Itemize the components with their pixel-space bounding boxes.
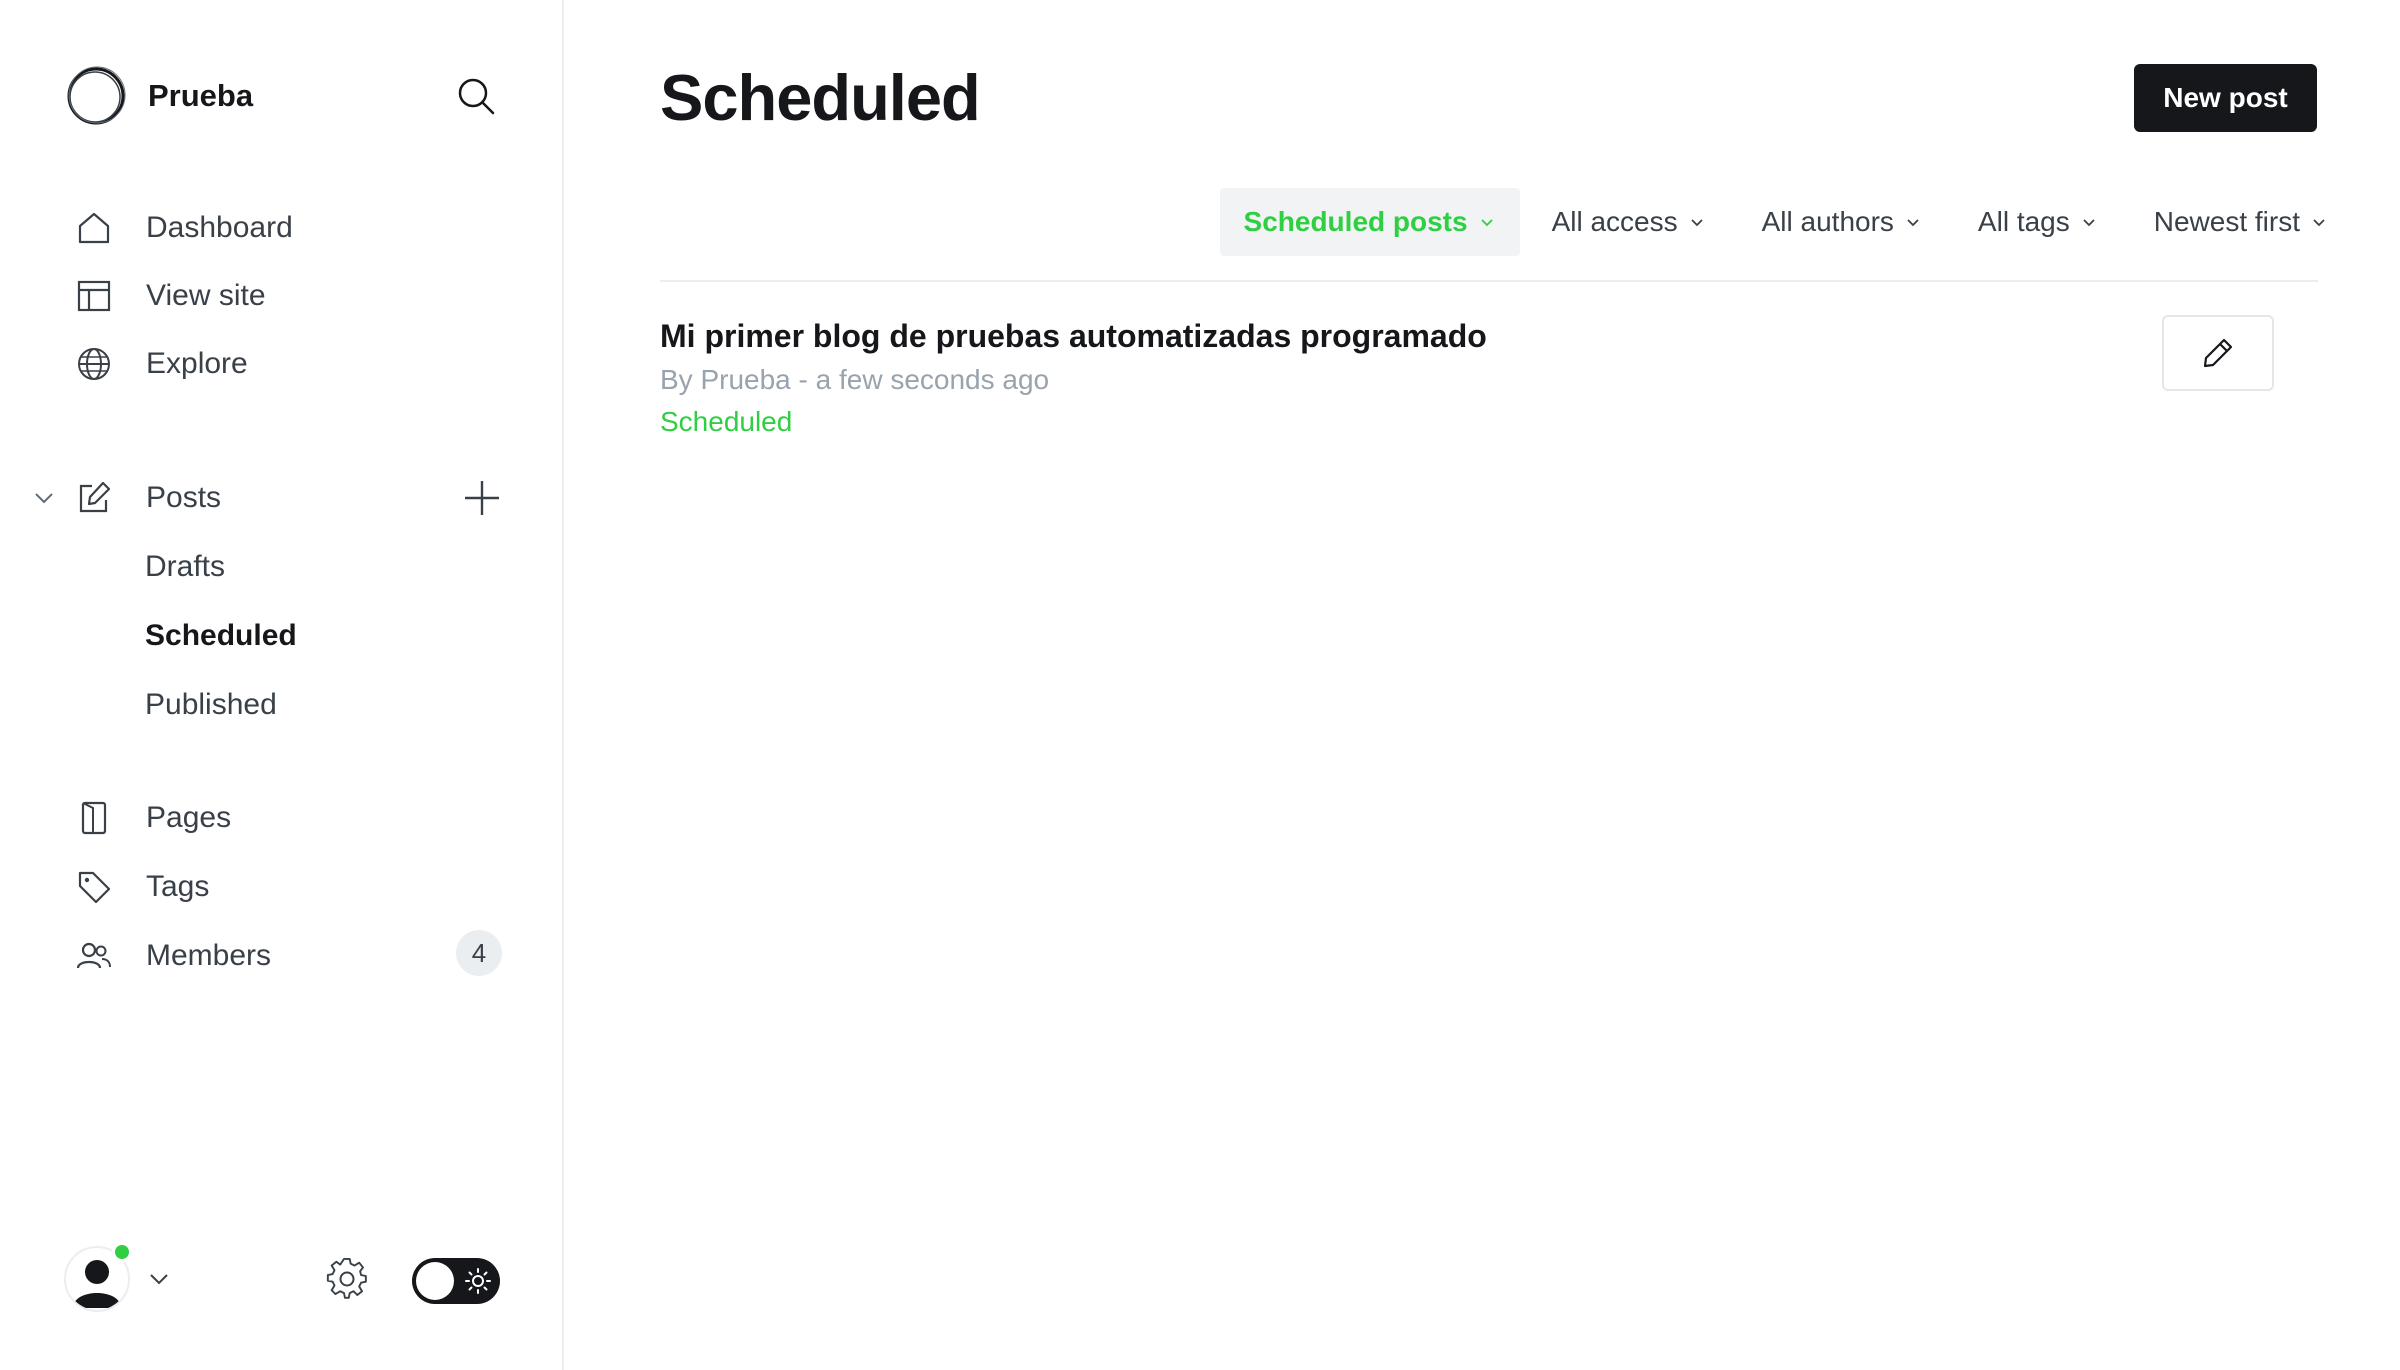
filter-bar: Scheduled posts All access All authors A…	[1219, 188, 2352, 256]
nav-item-posts[interactable]: Posts	[74, 472, 221, 524]
posts-collapse-toggle[interactable]	[28, 482, 60, 514]
nav-item-members[interactable]: Members	[74, 930, 271, 982]
search-icon	[458, 78, 495, 115]
filter-sort-order[interactable]: Newest first	[2130, 188, 2352, 256]
globe-icon	[74, 344, 114, 384]
main-content: Scheduled New post Scheduled posts All a…	[564, 0, 2400, 1370]
list-divider	[660, 280, 2318, 282]
brand-name: Prueba	[148, 78, 254, 113]
sidebar: Prueba Dashboard View site Explore Posts…	[0, 0, 564, 1370]
post-list-item[interactable]: Mi primer blog de pruebas automatizadas …	[660, 310, 2318, 460]
toggle-knob	[416, 1262, 454, 1300]
add-post-button[interactable]	[460, 476, 504, 520]
nav-item-dashboard[interactable]: Dashboard	[74, 202, 293, 254]
filter-post-type-label: Scheduled posts	[1243, 206, 1468, 237]
new-post-button[interactable]: New post	[2134, 64, 2317, 132]
layout-icon	[74, 276, 114, 316]
post-meta: By Prueba - a few seconds ago	[660, 364, 1050, 395]
members-count-badge: 4	[456, 930, 502, 976]
pencil-icon	[2203, 338, 2233, 368]
theme-toggle[interactable]	[412, 1258, 500, 1304]
search-button[interactable]	[454, 74, 498, 118]
chevron-down-icon	[2080, 213, 2098, 231]
page-title: Scheduled	[660, 61, 981, 134]
settings-button[interactable]	[324, 1256, 370, 1302]
chevron-down-icon	[1478, 213, 1496, 231]
nav-label-dashboard: Dashboard	[146, 211, 293, 244]
edit-post-button[interactable]	[2162, 315, 2274, 391]
members-icon	[74, 936, 114, 976]
home-icon	[74, 208, 114, 248]
online-status-dot	[112, 1242, 132, 1262]
nav-label-pages: Pages	[146, 801, 232, 834]
nav-label-view-site: View site	[146, 279, 266, 312]
nav-label-posts: Posts	[146, 481, 222, 514]
filter-post-type[interactable]: Scheduled posts	[1219, 188, 1520, 256]
edit-icon	[74, 478, 114, 518]
filter-authors[interactable]: All authors	[1738, 188, 1946, 256]
user-menu-toggle[interactable]	[144, 1264, 174, 1294]
nav-item-tags[interactable]: Tags	[74, 861, 209, 913]
nav-item-pages[interactable]: Pages	[74, 792, 231, 844]
filter-tags-label: All tags	[1977, 206, 2070, 237]
nav-label-tags: Tags	[146, 870, 210, 903]
post-status: Scheduled	[660, 406, 793, 437]
chevron-down-icon	[2310, 213, 2328, 231]
nav-item-view-site[interactable]: View site	[74, 270, 266, 322]
sidebar-item-drafts[interactable]: Drafts	[145, 541, 225, 593]
filter-authors-label: All authors	[1761, 206, 1894, 237]
nav-item-explore[interactable]: Explore	[74, 338, 248, 390]
filter-access-label: All access	[1551, 206, 1678, 237]
post-title[interactable]: Mi primer blog de pruebas automatizadas …	[660, 318, 1487, 355]
gear-icon	[326, 1257, 367, 1299]
filter-tags[interactable]: All tags	[1954, 188, 2122, 256]
chevron-down-icon	[35, 493, 53, 504]
chevron-down-icon	[1688, 213, 1706, 231]
sidebar-footer	[64, 1242, 504, 1316]
chevron-down-icon	[150, 1274, 168, 1285]
page-icon	[74, 798, 114, 838]
plus-icon	[465, 481, 499, 515]
sun-icon	[464, 1267, 492, 1295]
app-root: Prueba Dashboard View site Explore Posts…	[0, 0, 2400, 1370]
nav-label-explore: Explore	[146, 347, 248, 380]
sidebar-item-scheduled[interactable]: Scheduled	[145, 610, 297, 662]
circle-logo-icon	[67, 66, 126, 125]
filter-sort-order-label: Newest first	[2153, 206, 2300, 237]
sidebar-item-published[interactable]: Published	[145, 679, 277, 731]
tag-icon	[74, 867, 114, 907]
chevron-down-icon	[1904, 213, 1922, 231]
filter-access[interactable]: All access	[1528, 188, 1730, 256]
brand[interactable]: Prueba	[64, 64, 253, 128]
nav-label-members: Members	[146, 939, 272, 972]
